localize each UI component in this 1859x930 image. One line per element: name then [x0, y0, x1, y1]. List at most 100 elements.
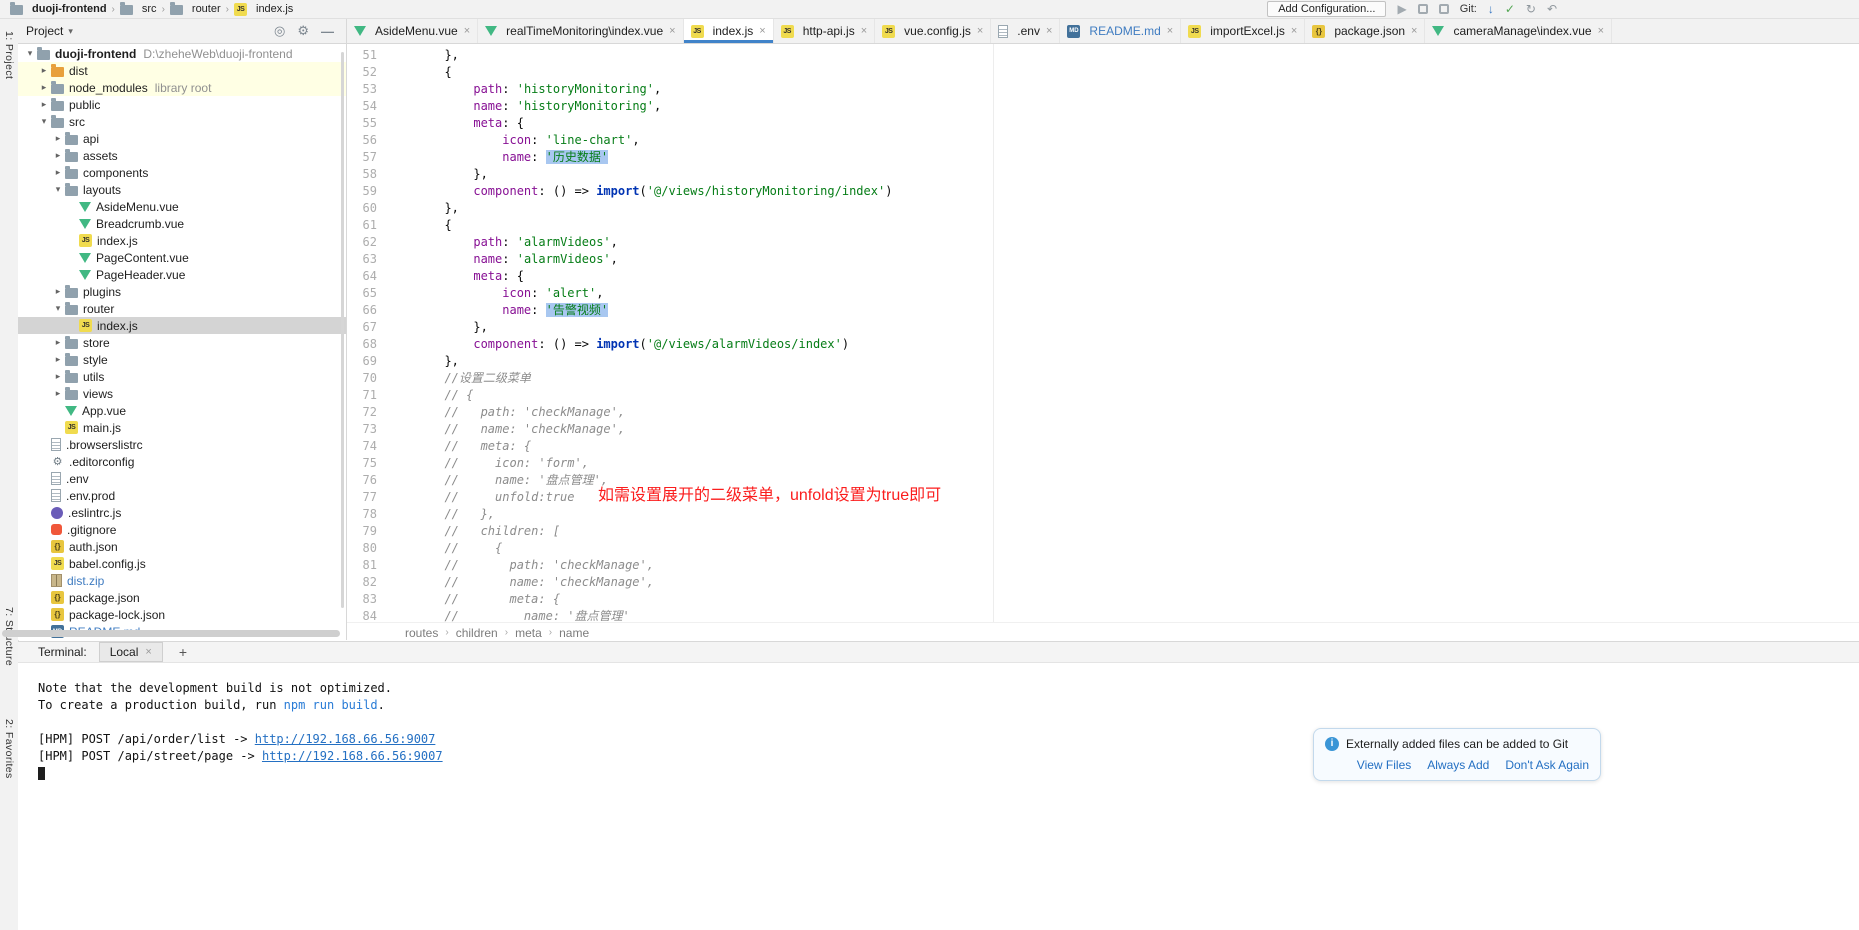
locate-file-icon[interactable]: ◎	[274, 23, 285, 39]
terminal-link[interactable]: http://192.168.66.56:9007	[255, 732, 436, 746]
code-line[interactable]: 80 // {	[347, 540, 1859, 557]
code-line[interactable]: 68 component: () => import('@/views/alar…	[347, 336, 1859, 353]
close-icon[interactable]: ×	[759, 25, 765, 37]
tree-item[interactable]: {}package.json	[18, 589, 346, 606]
build-icon[interactable]	[1418, 4, 1428, 14]
tree-item[interactable]: ▸utils	[18, 368, 346, 385]
tree-item[interactable]: dist.zip	[18, 572, 346, 589]
tree-item[interactable]: PageHeader.vue	[18, 266, 346, 283]
code-line[interactable]: 74 // meta: {	[347, 438, 1859, 455]
tree-item[interactable]: ▸plugins	[18, 283, 346, 300]
close-icon[interactable]: ×	[1291, 25, 1297, 37]
code-line[interactable]: 65 icon: 'alert',	[347, 285, 1859, 302]
run-icon[interactable]: ▶	[1397, 3, 1406, 15]
tree-chevron[interactable]: ▸	[51, 337, 65, 348]
code-line[interactable]: 75 // icon: 'form',	[347, 455, 1859, 472]
close-icon[interactable]: ×	[861, 25, 867, 37]
code-line[interactable]: 78 // },	[347, 506, 1859, 523]
editor-breadcrumb-item[interactable]: routes	[405, 626, 438, 640]
tree-item[interactable]: ▸public	[18, 96, 346, 113]
code-line[interactable]: 82 // name: 'checkManage',	[347, 574, 1859, 591]
tree-item[interactable]: ▸assets	[18, 147, 346, 164]
editor-tab[interactable]: JSimportExcel.js×	[1181, 19, 1305, 43]
tree-chevron[interactable]: ▾	[51, 184, 65, 195]
code-line[interactable]: 56 icon: 'line-chart',	[347, 132, 1859, 149]
code-line[interactable]: 63 name: 'alarmVideos',	[347, 251, 1859, 268]
chevron-down-icon[interactable]: ▾	[68, 26, 73, 37]
tree-chevron[interactable]: ▸	[51, 371, 65, 382]
code-line[interactable]: 60 },	[347, 200, 1859, 217]
tree-item[interactable]: ▾src	[18, 113, 346, 130]
notification-action[interactable]: Always Add	[1427, 758, 1489, 772]
tree-chevron[interactable]: ▸	[51, 354, 65, 365]
tree-item[interactable]: Breadcrumb.vue	[18, 215, 346, 232]
editor[interactable]: 51 },52 {53 path: 'historyMonitoring',54…	[347, 44, 1859, 622]
notification-action[interactable]: Don't Ask Again	[1505, 758, 1589, 772]
breadcrumb-item[interactable]: JSindex.js	[230, 3, 297, 16]
editor-tab[interactable]: realTimeMonitoring\index.vue×	[478, 19, 683, 43]
tree-item[interactable]: {}auth.json	[18, 538, 346, 555]
close-icon[interactable]: ×	[1167, 25, 1173, 37]
tree-item[interactable]: JSindex.js	[18, 232, 346, 249]
close-icon[interactable]: ×	[669, 25, 675, 37]
tree-chevron[interactable]: ▸	[37, 99, 51, 110]
tree-chevron[interactable]: ▸	[51, 286, 65, 297]
tree-item[interactable]: PageContent.vue	[18, 249, 346, 266]
tree-chevron[interactable]: ▸	[37, 65, 51, 76]
tree-item[interactable]: ▾duoji-frontendD:\zheheWeb\duoji-fronten…	[18, 45, 346, 62]
tree-chevron[interactable]: ▸	[51, 388, 65, 399]
editor-tab[interactable]: AsideMenu.vue×	[347, 19, 478, 43]
close-icon[interactable]: ×	[1411, 25, 1417, 37]
editor-tab[interactable]: .env×	[991, 19, 1060, 43]
code-line[interactable]: 55 meta: {	[347, 115, 1859, 132]
editor-tab[interactable]: {}package.json×	[1305, 19, 1425, 43]
editor-breadcrumb-item[interactable]: meta	[515, 626, 542, 640]
code-line[interactable]: 51 },	[347, 47, 1859, 64]
code-line[interactable]: 83 // meta: {	[347, 591, 1859, 608]
close-icon[interactable]: ×	[1598, 25, 1604, 37]
editor-tab[interactable]: JSindex.js×	[684, 19, 774, 43]
editor-breadcrumb-item[interactable]: children	[456, 626, 498, 640]
gear-icon[interactable]: ⚙	[297, 23, 309, 39]
code-line[interactable]: 72 // path: 'checkManage',	[347, 404, 1859, 421]
code-line[interactable]: 79 // children: [	[347, 523, 1859, 540]
tree-item[interactable]: ▸api	[18, 130, 346, 147]
tree-item[interactable]: AsideMenu.vue	[18, 198, 346, 215]
code-line[interactable]: 52 {	[347, 64, 1859, 81]
code-line[interactable]: 84 // name: '盘点管理'	[347, 608, 1859, 622]
rollback-icon[interactable]: ↶	[1547, 3, 1557, 15]
tree-item[interactable]: {}package-lock.json	[18, 606, 346, 623]
profiler-icon[interactable]	[1439, 4, 1449, 14]
tree-item[interactable]: ▾layouts	[18, 181, 346, 198]
tree-item[interactable]: ▸views	[18, 385, 346, 402]
breadcrumb-item[interactable]: router	[166, 3, 225, 15]
code-line[interactable]: 77 // unfold:true	[347, 489, 1859, 506]
history-icon[interactable]: ↻	[1526, 3, 1536, 15]
code-line[interactable]: 62 path: 'alarmVideos',	[347, 234, 1859, 251]
tree-item[interactable]: .gitignore	[18, 521, 346, 538]
tree-item[interactable]: JSindex.js	[18, 317, 346, 334]
tree-vertical-scrollbar[interactable]	[341, 52, 344, 608]
tree-chevron[interactable]: ▸	[37, 82, 51, 93]
breadcrumb-item[interactable]: src	[116, 3, 161, 15]
close-icon[interactable]: ×	[464, 25, 470, 37]
code-line[interactable]: 53 path: 'historyMonitoring',	[347, 81, 1859, 98]
tree-item[interactable]: ▸components	[18, 164, 346, 181]
close-icon[interactable]: ×	[1046, 25, 1052, 37]
code-line[interactable]: 76 // name: '盘点管理',	[347, 472, 1859, 489]
tool-button-project[interactable]: 1: Project	[3, 31, 15, 79]
code-line[interactable]: 66 name: '告警视频'	[347, 302, 1859, 319]
editor-tab[interactable]: JShttp-api.js×	[774, 19, 875, 43]
close-icon[interactable]: ×	[145, 646, 151, 658]
code-line[interactable]: 57 name: '历史数据'	[347, 149, 1859, 166]
code-line[interactable]: 59 component: () => import('@/views/hist…	[347, 183, 1859, 200]
tree-chevron[interactable]: ▸	[51, 167, 65, 178]
git-commit-icon[interactable]: ✓	[1505, 3, 1515, 15]
code-line[interactable]: 54 name: 'historyMonitoring',	[347, 98, 1859, 115]
tree-item[interactable]: ▾router	[18, 300, 346, 317]
editor-tab[interactable]: JSvue.config.js×	[875, 19, 991, 43]
code-line[interactable]: 64 meta: {	[347, 268, 1859, 285]
tree-item[interactable]: ▸store	[18, 334, 346, 351]
tree-chevron[interactable]: ▾	[23, 48, 37, 59]
code-area[interactable]: 51 },52 {53 path: 'historyMonitoring',54…	[347, 44, 1859, 622]
